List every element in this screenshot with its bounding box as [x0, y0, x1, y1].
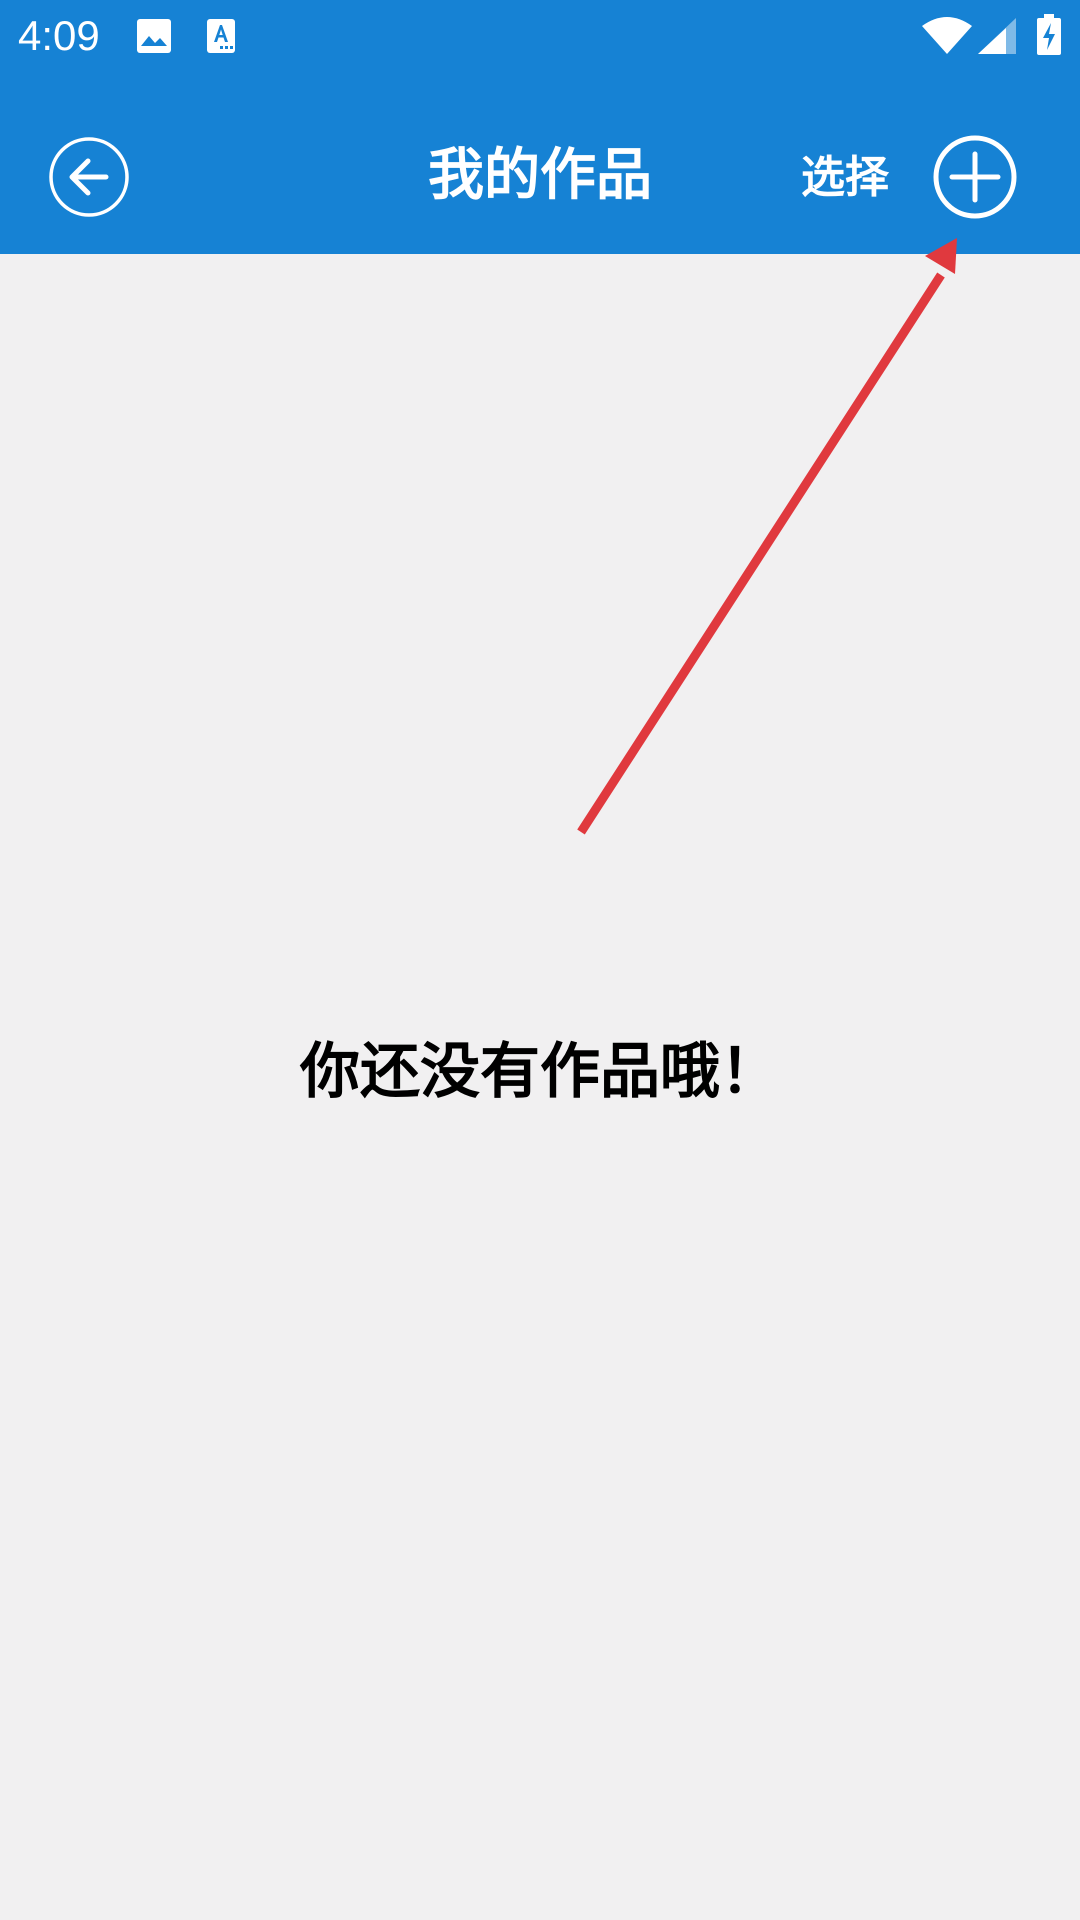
back-button[interactable] — [48, 136, 130, 218]
status-time: 4:09 — [18, 12, 100, 59]
cellular-signal-icon — [978, 18, 1016, 54]
page-title: 我的作品 — [428, 143, 652, 208]
status-bar: 4:09 — [0, 0, 1080, 72]
wifi-icon — [922, 17, 972, 54]
empty-state-message: 你还没有作品哦！ — [300, 1037, 780, 1107]
app-screen: 4:09 我的作品 选择 你还没有作品哦！ — [0, 0, 1080, 1920]
app-header: 4:09 我的作品 选择 — [0, 0, 1080, 254]
toolbar: 我的作品 选择 — [0, 72, 1080, 254]
select-button[interactable]: 选择 — [790, 148, 900, 208]
add-button[interactable] — [932, 134, 1018, 220]
annotation-arrow — [577, 238, 957, 835]
image-icon — [137, 19, 171, 53]
battery-charging-icon — [1037, 14, 1061, 55]
text-recognition-icon — [207, 19, 235, 53]
